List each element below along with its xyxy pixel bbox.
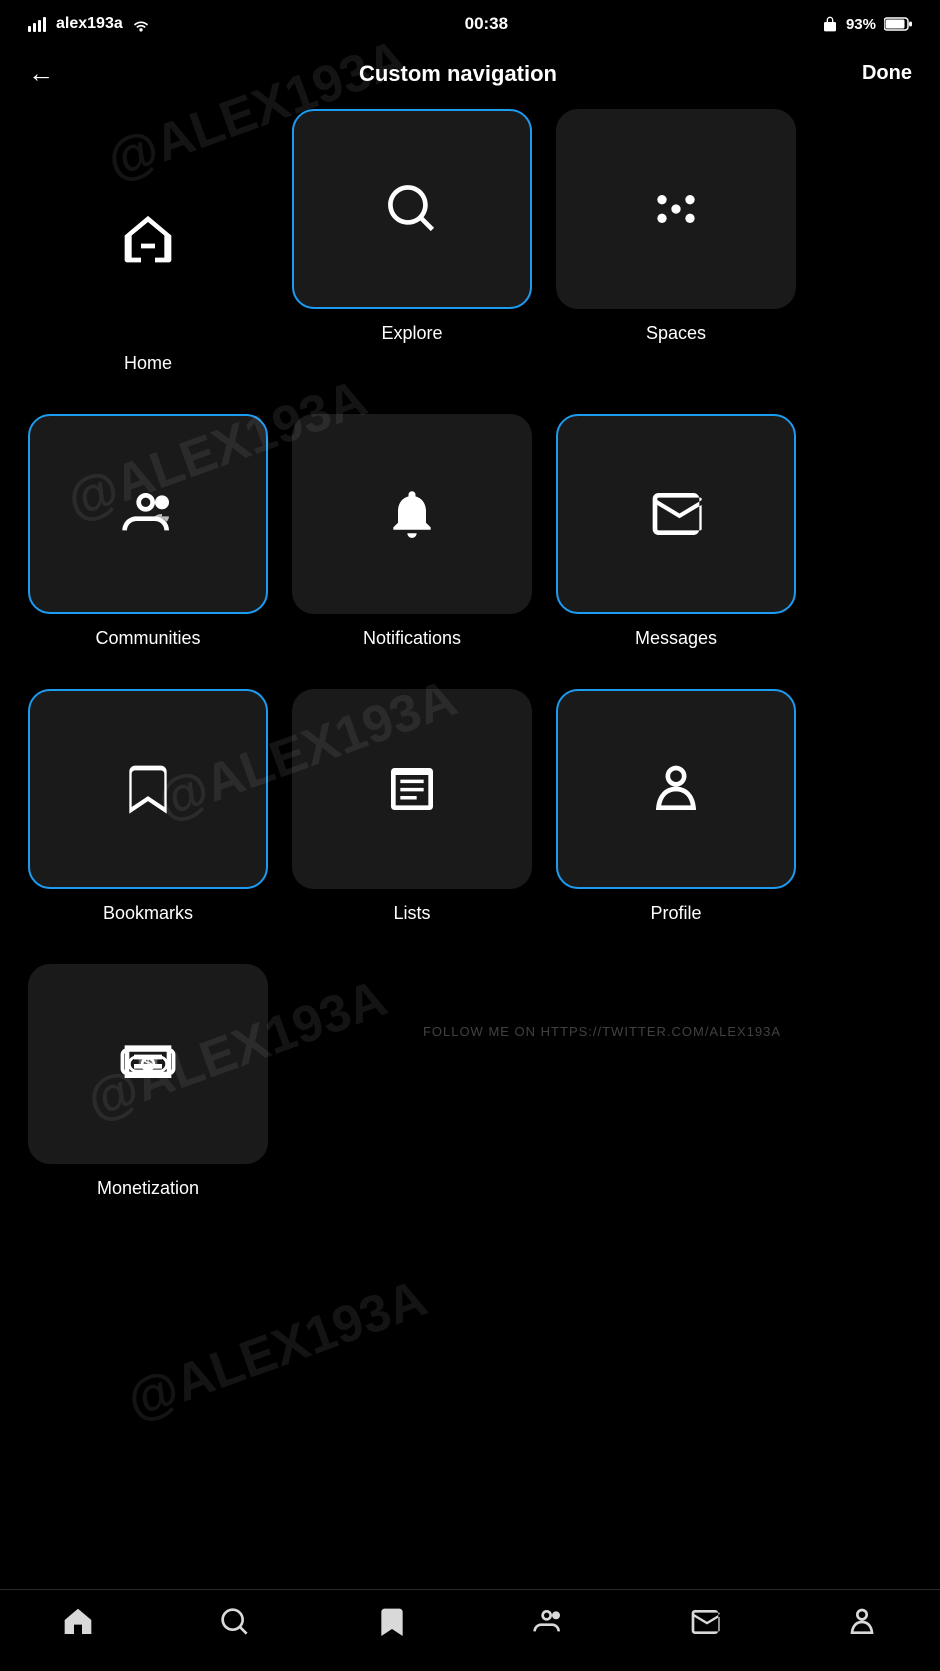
grid-item-explore[interactable]: Explore xyxy=(292,109,532,344)
back-button[interactable]: ← xyxy=(28,58,54,89)
money-icon: $ xyxy=(120,1036,176,1092)
messages-label: Messages xyxy=(635,628,717,649)
communities-tile xyxy=(28,414,268,614)
tab-home[interactable] xyxy=(62,1606,94,1643)
bookmark-icon xyxy=(120,761,176,817)
nav-grid: Home Explore Spaces xyxy=(0,109,940,1199)
tab-search-icon xyxy=(219,1606,251,1638)
grid-item-bookmarks[interactable]: Bookmarks xyxy=(28,689,268,924)
tab-profile[interactable] xyxy=(846,1606,878,1643)
battery-icon xyxy=(884,16,912,32)
tab-bookmark-icon xyxy=(376,1606,408,1638)
lists-tile xyxy=(292,689,532,889)
spaces-label: Spaces xyxy=(646,323,706,344)
bookmarks-tile xyxy=(28,689,268,889)
list-icon xyxy=(384,761,440,817)
mail-icon xyxy=(648,486,704,542)
spaces-tile xyxy=(556,109,796,309)
tab-communities[interactable] xyxy=(532,1606,564,1643)
status-time: 00:38 xyxy=(465,14,508,34)
lock-icon xyxy=(822,16,838,32)
wifi-icon xyxy=(131,16,151,32)
grid-item-notifications[interactable]: Notifications xyxy=(292,414,532,649)
profile-tile xyxy=(556,689,796,889)
grid-item-communities[interactable]: Communities xyxy=(28,414,268,649)
notifications-tile xyxy=(292,414,532,614)
grid-row-4: $ Monetization FOLLOW ME ON HTTPS://TWIT… xyxy=(28,964,912,1199)
explore-icon xyxy=(384,181,440,237)
tab-home-icon xyxy=(62,1606,94,1638)
bell-icon xyxy=(384,486,440,542)
grid-item-profile[interactable]: Profile xyxy=(556,689,796,924)
explore-tile xyxy=(292,109,532,309)
status-bar: alex193a 00:38 93% xyxy=(0,0,940,42)
grid-row-2: Communities Notifications Messages xyxy=(28,414,912,649)
grid-item-spaces[interactable]: Spaces xyxy=(556,109,796,344)
grid-row-1: Home Explore Spaces xyxy=(28,109,912,374)
header: ← Custom navigation Done xyxy=(0,42,940,109)
home-icon xyxy=(120,211,176,267)
signal-icon xyxy=(28,16,48,32)
lists-label: Lists xyxy=(393,903,430,924)
home-icon-wrapper xyxy=(28,139,268,339)
grid-row-3: Bookmarks Lists Profile xyxy=(28,689,912,924)
status-right: 93% xyxy=(822,16,912,33)
tab-bar xyxy=(0,1589,940,1671)
status-left: alex193a xyxy=(28,15,151,33)
communities-icon xyxy=(120,486,176,542)
tab-communities-icon xyxy=(532,1606,564,1638)
profile-label: Profile xyxy=(650,903,701,924)
bookmarks-label: Bookmarks xyxy=(103,903,193,924)
battery-percent: 93% xyxy=(846,16,876,33)
watermark-5: @ALEX193A xyxy=(119,1268,434,1432)
done-button[interactable]: Done xyxy=(862,62,912,85)
tab-search[interactable] xyxy=(219,1606,251,1643)
grid-item-monetization[interactable]: $ Monetization xyxy=(28,964,268,1199)
monetization-tile: $ xyxy=(28,964,268,1164)
profile-icon xyxy=(648,761,704,817)
messages-tile xyxy=(556,414,796,614)
follow-text: FOLLOW ME ON HTTPS://TWITTER.COM/ALEX193… xyxy=(292,964,912,1039)
tab-bookmark[interactable] xyxy=(376,1606,408,1643)
home-label: Home xyxy=(124,353,172,374)
communities-label: Communities xyxy=(95,628,200,649)
tab-mail[interactable] xyxy=(689,1606,721,1643)
spaces-icon xyxy=(648,181,704,237)
monetization-label: Monetization xyxy=(97,1178,199,1199)
tab-profile-icon xyxy=(846,1606,878,1638)
notifications-label: Notifications xyxy=(363,628,461,649)
grid-item-home[interactable]: Home xyxy=(28,109,268,374)
grid-item-messages[interactable]: Messages xyxy=(556,414,796,649)
grid-item-lists[interactable]: Lists xyxy=(292,689,532,924)
explore-label: Explore xyxy=(381,323,442,344)
page-title: Custom navigation xyxy=(359,61,557,87)
tab-mail-icon xyxy=(689,1606,721,1638)
carrier-name: alex193a xyxy=(56,15,123,33)
